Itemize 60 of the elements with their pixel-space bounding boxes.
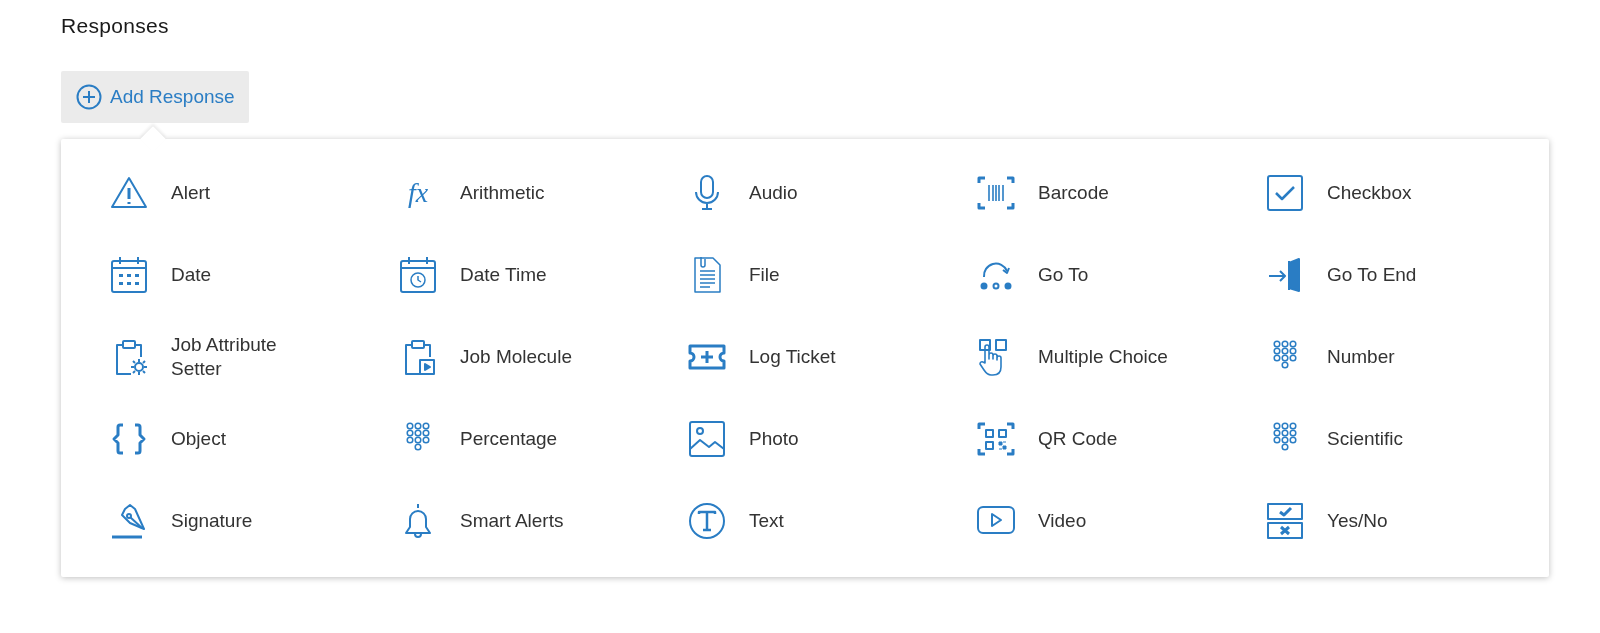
option-label: Barcode [1038, 181, 1110, 205]
response-option[interactable]: Multiple Choice [976, 327, 1265, 387]
option-label: Signature [171, 509, 254, 533]
response-option[interactable]: Go To [976, 245, 1265, 305]
response-option[interactable]: Date Time [398, 245, 687, 305]
option-label: Date Time [460, 263, 548, 287]
option-label: Text [749, 509, 785, 533]
response-option[interactable]: Video [976, 491, 1265, 551]
option-label: QR Code [1038, 427, 1119, 451]
option-label: Audio [749, 181, 799, 205]
option-label: Percentage [460, 427, 559, 451]
option-label: File [749, 263, 781, 287]
option-label: Go To [1038, 263, 1090, 287]
plus-circle-icon [76, 84, 102, 110]
response-option[interactable]: QR Code [976, 409, 1265, 469]
response-option[interactable]: Checkbox [1265, 163, 1554, 223]
option-label: Date [171, 263, 213, 287]
function-icon: fx [398, 177, 438, 209]
response-option[interactable]: Audio [687, 163, 976, 223]
response-option[interactable]: File [687, 245, 976, 305]
section-title: Responses [61, 14, 170, 38]
option-label: Yes/No [1327, 509, 1389, 533]
option-label: Job Attribute Setter [171, 333, 278, 381]
option-label: Log Ticket [749, 345, 837, 369]
response-option[interactable]: Job Attribute Setter [109, 327, 398, 387]
option-label: Smart Alerts [460, 509, 565, 533]
response-option[interactable]: Number [1265, 327, 1554, 387]
option-label: Object [171, 427, 227, 451]
calendar-icon [109, 255, 149, 295]
response-option[interactable]: Date [109, 245, 398, 305]
response-option[interactable]: Alert [109, 163, 398, 223]
response-option[interactable]: Scientific [1265, 409, 1554, 469]
option-label: Number [1327, 345, 1396, 369]
response-option[interactable]: Yes/No [1265, 491, 1554, 551]
response-option[interactable]: Photo [687, 409, 976, 469]
response-option[interactable]: Percentage [398, 409, 687, 469]
option-label: Arithmetic [460, 181, 546, 205]
image-icon [687, 419, 727, 459]
check-cross-icon [1265, 501, 1305, 541]
response-option[interactable]: Job Molecule [398, 327, 687, 387]
option-label: Video [1038, 509, 1088, 533]
option-label: Checkbox [1327, 181, 1413, 205]
text-circle-icon [687, 501, 727, 541]
add-response-button[interactable]: Add Response [61, 71, 249, 123]
response-option[interactable]: Object [109, 409, 398, 469]
option-label: Go To End [1327, 263, 1418, 287]
option-label: Scientific [1327, 427, 1405, 451]
calendar-clock-icon [398, 255, 438, 295]
checkbox-icon [1265, 173, 1305, 213]
response-option[interactable]: fx Arithmetic [398, 163, 687, 223]
response-option[interactable]: Log Ticket [687, 327, 976, 387]
response-option[interactable]: Smart Alerts [398, 491, 687, 551]
option-label: Photo [749, 427, 800, 451]
option-label: Multiple Choice [1038, 345, 1169, 369]
option-label: Job Molecule [460, 345, 573, 369]
option-label: Alert [171, 181, 212, 205]
response-option[interactable]: Text [687, 491, 976, 551]
response-option[interactable]: Barcode [976, 163, 1265, 223]
response-option[interactable]: Go To End [1265, 245, 1554, 305]
response-option[interactable]: Signature [109, 491, 398, 551]
